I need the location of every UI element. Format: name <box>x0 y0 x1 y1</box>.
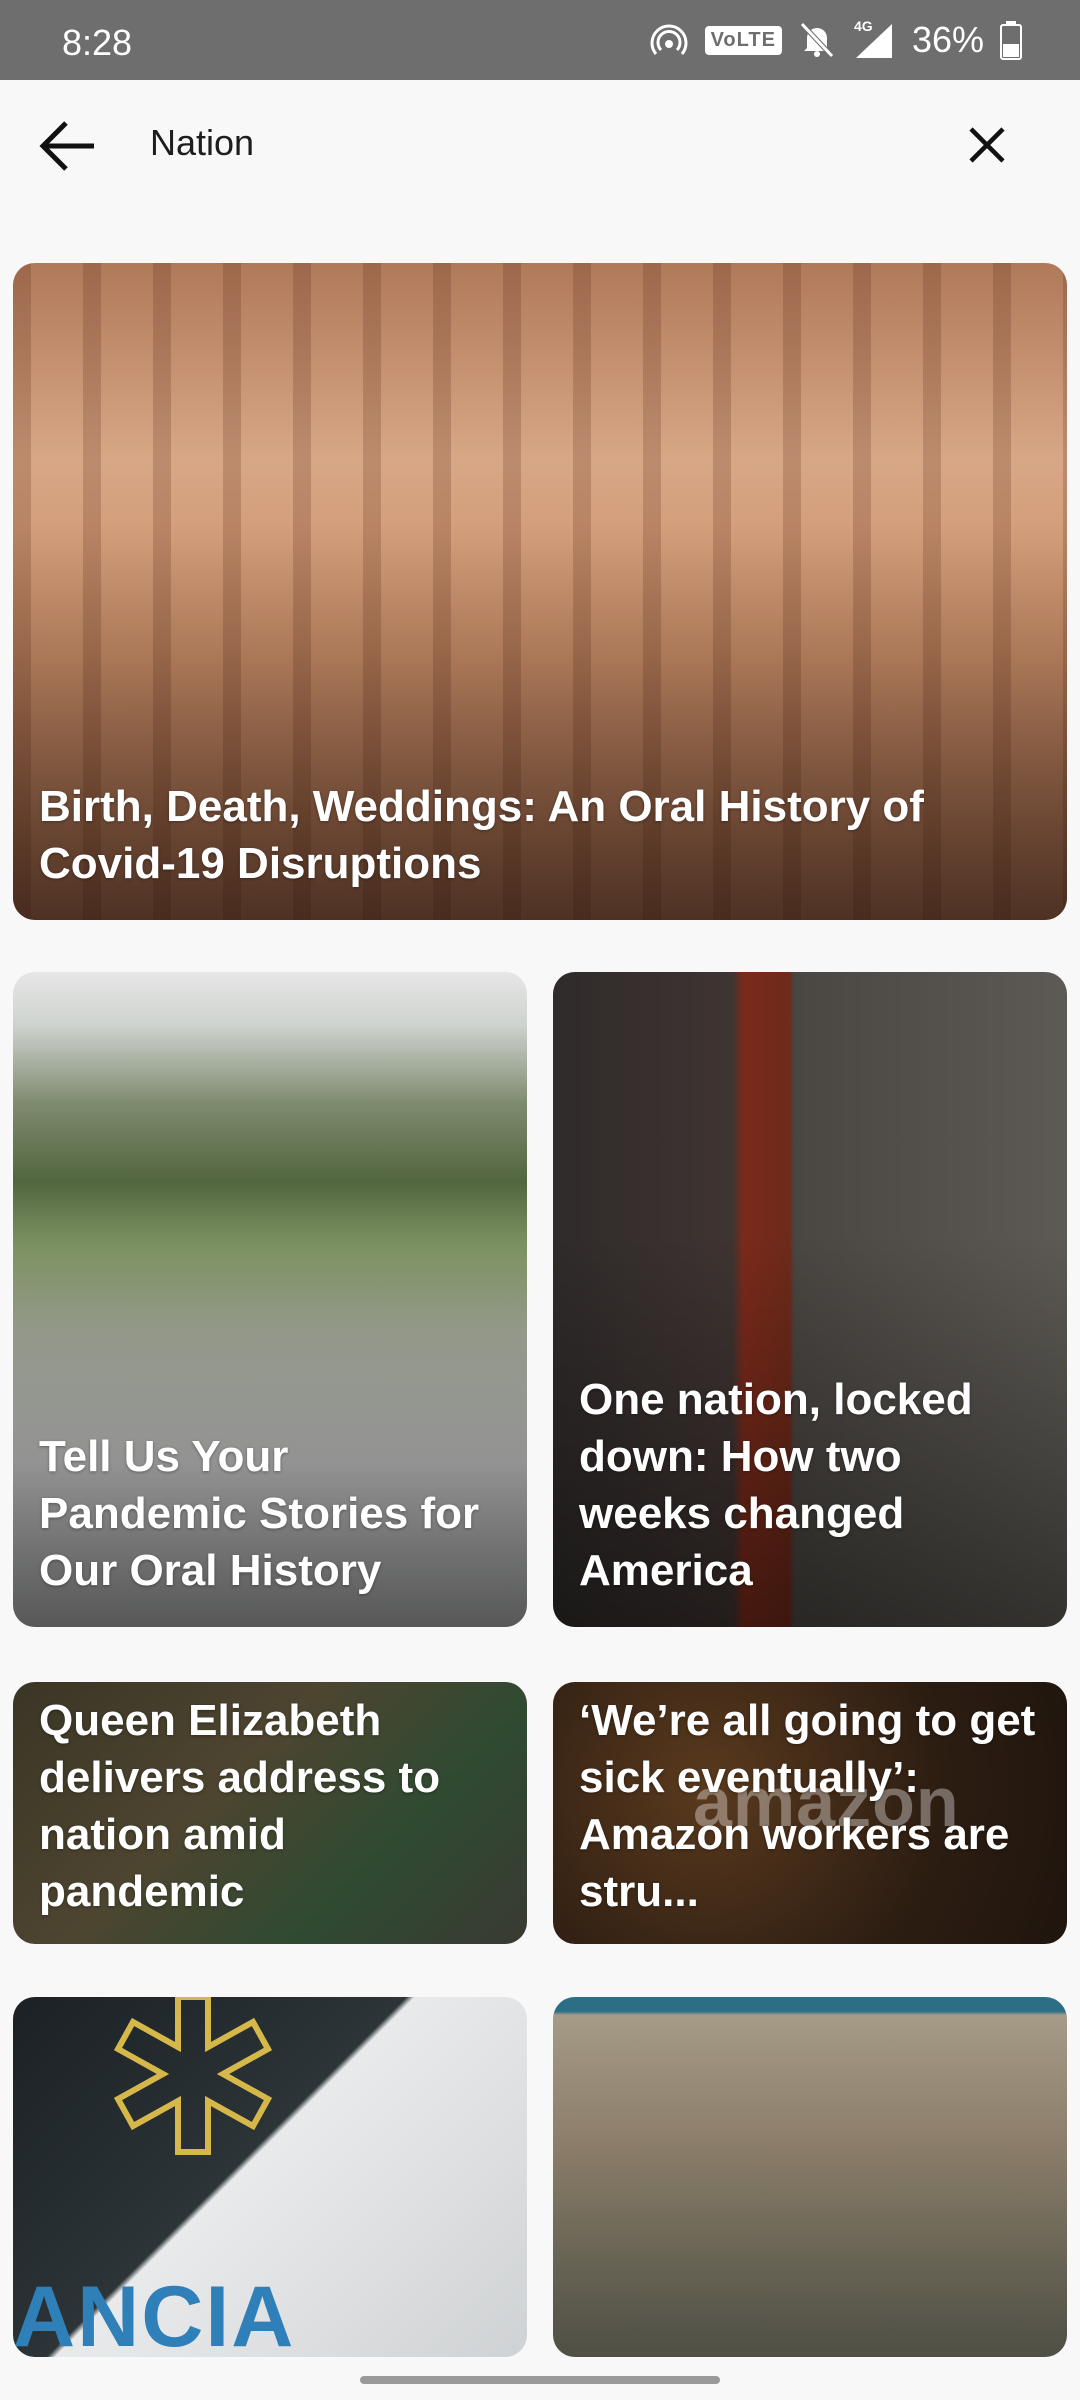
home-indicator[interactable] <box>360 2376 720 2384</box>
close-icon <box>969 127 1005 163</box>
status-bar: 8:28 VoLTE 4G 36% <box>0 0 1080 80</box>
article-title: Queen Elizabeth delivers address to nati… <box>39 1696 441 1916</box>
battery-icon <box>1000 21 1022 60</box>
signal-icon: 4G <box>852 18 896 60</box>
status-time: 8:28 <box>62 22 133 63</box>
battery-percent: 36% <box>911 19 984 60</box>
article-title: ‘We’re all going to get sick eventually’… <box>579 1696 1036 1916</box>
search-query[interactable]: Nation <box>150 122 254 164</box>
article-card[interactable] <box>553 1997 1067 2357</box>
article-card[interactable]: One nation, locked down: How two weeks c… <box>553 972 1067 1627</box>
mute-icon <box>800 22 834 58</box>
article-card[interactable]: Queen Elizabeth delivers address to nati… <box>13 1682 527 1944</box>
article-title: Tell Us Your Pandemic Stories for Our Or… <box>39 1432 480 1595</box>
article-title: Birth, Death, Weddings: An Oral History … <box>39 782 924 888</box>
volte-icon: VoLTE <box>704 25 782 55</box>
network-type-label: 4G <box>853 18 873 34</box>
search-app-bar: Nation <box>0 80 1080 210</box>
back-button[interactable] <box>30 106 108 184</box>
article-card[interactable]: amazon ‘We’re all going to get sick even… <box>553 1682 1067 1944</box>
article-card[interactable]: Birth, Death, Weddings: An Oral History … <box>13 263 1067 920</box>
star-of-life-icon <box>113 1997 273 2155</box>
article-card[interactable]: ANCIA <box>13 1997 527 2357</box>
arrow-left-icon <box>39 121 94 171</box>
article-card[interactable]: Tell Us Your Pandemic Stories for Our Or… <box>13 972 527 1627</box>
hotspot-icon <box>650 24 687 55</box>
clear-search-button[interactable] <box>948 106 1026 184</box>
status-icons: VoLTE 4G 36% <box>649 18 1022 62</box>
ambulance-lettering: ANCIA <box>13 2269 296 2357</box>
article-title: One nation, locked down: How two weeks c… <box>579 1375 973 1595</box>
